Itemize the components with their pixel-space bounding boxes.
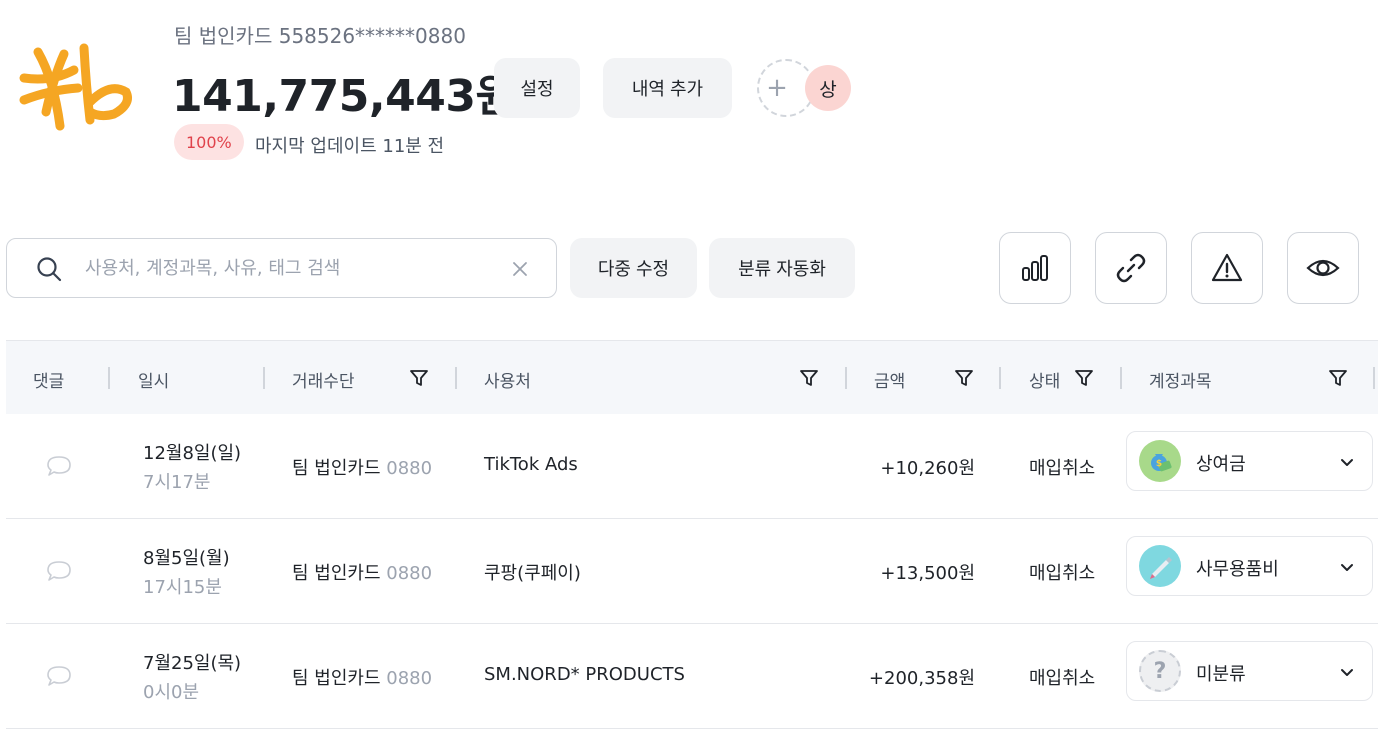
column-divider[interactable] (1373, 367, 1375, 389)
visibility-button[interactable] (1287, 232, 1359, 304)
payment-method-number: 0880 (386, 458, 433, 479)
add-entry-button[interactable]: 내역 추가 (603, 58, 732, 118)
payment-method-name: 팀 법인카드 (292, 563, 381, 584)
payment-method: 팀 법인카드 0880 (292, 559, 432, 585)
account-label: 사무용품비 (1196, 559, 1279, 580)
column-header-status[interactable]: 상태 (1029, 367, 1060, 392)
transaction-amount: +13,500원 (880, 563, 975, 584)
payment-method-name: 팀 법인카드 (292, 668, 381, 689)
settings-button[interactable]: 설정 (494, 58, 580, 118)
pen-icon (1139, 545, 1181, 587)
chevron-down-icon (1341, 459, 1353, 466)
bar-chart-icon (1022, 255, 1048, 281)
search-box (6, 238, 557, 298)
transaction-date: 12월8일(일) (143, 443, 242, 464)
account-select[interactable]: ? 미분류 (1126, 641, 1373, 701)
column-divider[interactable] (845, 367, 847, 389)
transaction-status: 매입취소 (1029, 458, 1096, 479)
multi-edit-button[interactable]: 다중 수정 (570, 238, 697, 298)
column-divider[interactable] (999, 367, 1001, 389)
auto-classify-button[interactable]: 분류 자동화 (709, 238, 855, 298)
column-header-method[interactable]: 거래수단 (292, 367, 355, 392)
merchant-name: SM.NORD* PRODUCTS (484, 664, 685, 685)
transaction-time: 0시0분 (143, 682, 200, 703)
account-select[interactable]: 사무용품비 (1126, 536, 1373, 596)
balance-amount: 141,775,443원 (172, 71, 516, 122)
table-row[interactable]: 12월8일(일) 7시17분 팀 법인카드 0880 TikTok Ads +1… (6, 414, 1378, 519)
eye-icon (1306, 259, 1340, 277)
column-divider[interactable] (1120, 367, 1122, 389)
transaction-time: 7시17분 (143, 472, 211, 493)
filter-icon[interactable] (798, 367, 820, 389)
money-bag-icon: $ (1139, 440, 1181, 482)
table-row[interactable]: 7월25일(목) 0시0분 팀 법인카드 0880 SM.NORD* PRODU… (6, 624, 1378, 729)
payment-method-number: 0880 (386, 563, 433, 584)
column-divider[interactable] (455, 367, 457, 389)
kb-logo (14, 40, 142, 136)
search-input[interactable] (85, 253, 505, 283)
chevron-down-icon (1341, 669, 1353, 676)
account-label: 상여금 (1196, 454, 1246, 475)
last-update-text: 마지막 업데이트 11분 전 (255, 136, 445, 157)
column-header-amount[interactable]: 금액 (874, 367, 905, 392)
payment-method-number: 0880 (386, 668, 433, 689)
clear-icon[interactable] (510, 259, 530, 279)
table-header: 댓글 일시 거래수단 사용처 금액 상태 계정과목 (6, 340, 1378, 414)
transaction-status: 매입취소 (1029, 668, 1096, 689)
payment-method-name: 팀 법인카드 (292, 458, 381, 479)
percent-badge: 100% (174, 124, 244, 160)
transaction-amount: +200,358원 (868, 668, 975, 689)
column-header-merchant[interactable]: 사용처 (484, 367, 531, 392)
transaction-amount: +10,260원 (880, 458, 975, 479)
warning-button[interactable] (1191, 232, 1263, 304)
column-divider[interactable] (263, 367, 265, 389)
transaction-time: 17시15분 (143, 577, 222, 598)
account-label: 미분류 (1196, 664, 1246, 685)
chevron-down-icon (1341, 564, 1353, 571)
comment-icon[interactable] (46, 454, 72, 480)
question-icon: ? (1139, 650, 1181, 692)
filter-icon[interactable] (1327, 367, 1349, 389)
merchant-name: 쿠팡(쿠페이) (484, 563, 581, 584)
column-header-account[interactable]: 계정과목 (1149, 367, 1212, 392)
search-icon (37, 257, 62, 282)
transaction-status: 매입취소 (1029, 563, 1096, 584)
comment-icon[interactable] (46, 664, 72, 690)
merchant-name: TikTok Ads (484, 454, 578, 475)
stats-button[interactable] (999, 232, 1071, 304)
transaction-date: 7월25일(목) (143, 653, 242, 674)
column-header-datetime[interactable]: 일시 (138, 367, 169, 392)
filter-icon[interactable] (953, 367, 975, 389)
payment-method: 팀 법인카드 0880 (292, 454, 432, 480)
filter-icon[interactable] (408, 367, 430, 389)
payment-method: 팀 법인카드 0880 (292, 664, 432, 690)
card-name: 팀 법인카드 558526******0880 (174, 24, 466, 48)
account-select[interactable]: $ 상여금 (1126, 431, 1373, 491)
member-avatar[interactable]: 상 (805, 65, 851, 111)
link-icon (1116, 253, 1146, 283)
svg-text:$: $ (1156, 459, 1162, 469)
link-button[interactable] (1095, 232, 1167, 304)
column-header-comment: 댓글 (33, 372, 65, 392)
plus-icon: + (766, 73, 788, 103)
filter-icon[interactable] (1073, 367, 1095, 389)
comment-icon[interactable] (46, 559, 72, 585)
table-row[interactable]: 8월5일(월) 17시15분 팀 법인카드 0880 쿠팡(쿠페이) +13,5… (6, 519, 1378, 624)
transaction-date: 8월5일(월) (143, 548, 230, 569)
column-divider[interactable] (108, 367, 110, 389)
warning-icon (1211, 253, 1243, 282)
